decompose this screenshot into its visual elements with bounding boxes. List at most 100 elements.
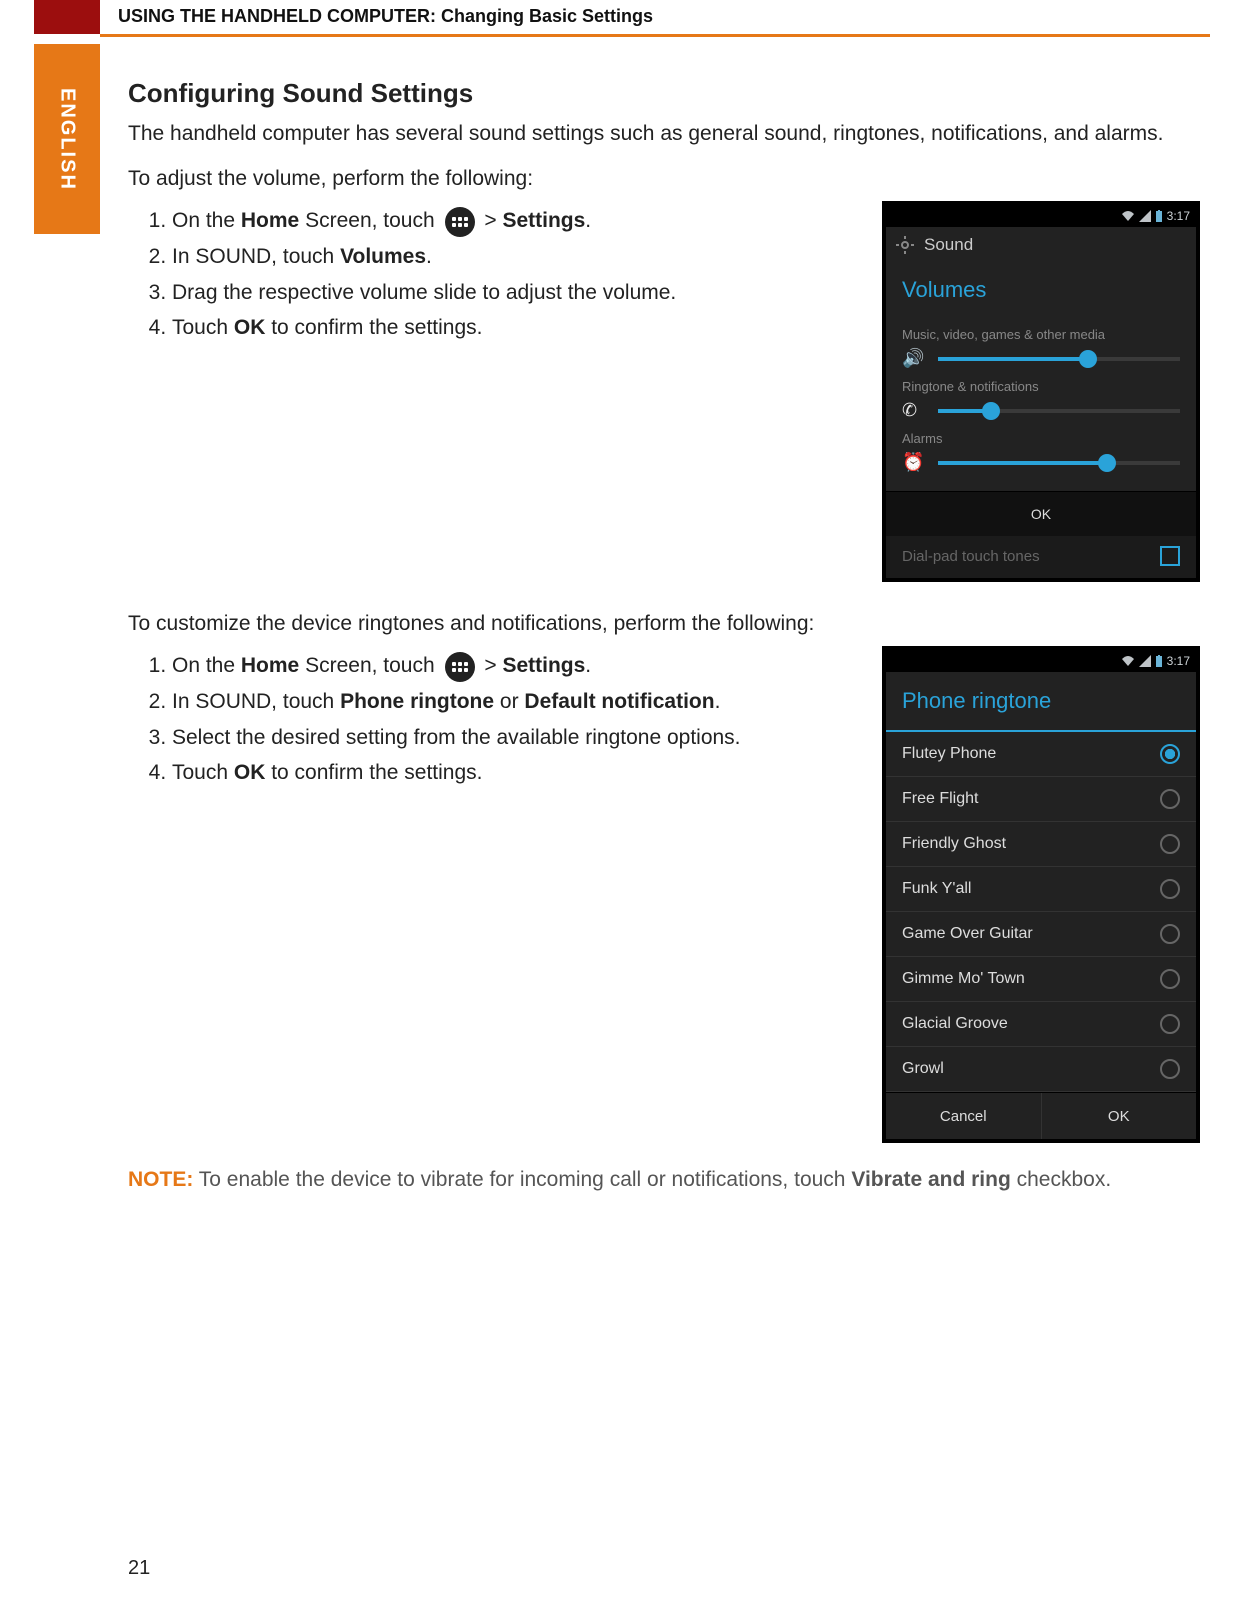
ringtone-option[interactable]: Free Flight xyxy=(886,777,1196,822)
alarm-slider[interactable]: ⏰ xyxy=(902,452,1180,473)
bold-ok: OK xyxy=(234,761,266,784)
cancel-button[interactable]: Cancel xyxy=(886,1093,1041,1139)
note-text: To enable the device to vibrate for inco… xyxy=(193,1168,851,1191)
radio-icon xyxy=(1160,1059,1180,1079)
ok-button[interactable]: OK xyxy=(886,491,1196,536)
volume-steps-list: On the Home Screen, touch > Settings. In… xyxy=(128,205,862,344)
speaker-icon: 🔊 xyxy=(902,348,924,369)
text: . xyxy=(585,654,591,677)
media-slider-label: Music, video, games & other media xyxy=(902,327,1180,342)
volume-intro: To adjust the volume, perform the follow… xyxy=(128,167,1200,191)
wifi-icon xyxy=(1121,655,1135,667)
ringtone-list: Flutey Phone Free Flight Friendly Ghost Fun… xyxy=(886,732,1196,1092)
ringtone-dialog-title: Phone ringtone xyxy=(886,672,1196,732)
signal-icon xyxy=(1139,210,1151,222)
signal-icon xyxy=(1139,655,1151,667)
note-block: NOTE: To enable the device to vibrate fo… xyxy=(128,1165,1200,1195)
ringtone-step-4: Touch OK to confirm the settings. xyxy=(172,757,862,790)
section-intro: The handheld computer has several sound … xyxy=(128,119,1200,149)
volume-step-2: In SOUND, touch Volumes. xyxy=(172,241,862,274)
phone-icon: ✆ xyxy=(902,400,924,421)
ringtone-option[interactable]: Gimme Mo' Town xyxy=(886,957,1196,1002)
ringtone-option[interactable]: Friendly Ghost xyxy=(886,822,1196,867)
dialpad-checkbox[interactable] xyxy=(1160,546,1180,566)
media-slider[interactable]: 🔊 xyxy=(902,348,1180,369)
text: > xyxy=(479,209,503,232)
text: to confirm the settings. xyxy=(265,316,482,339)
bold-volumes: Volumes xyxy=(340,245,426,268)
radio-icon xyxy=(1160,1014,1180,1034)
text: Screen, touch xyxy=(299,209,440,232)
page-number: 21 xyxy=(128,1557,150,1580)
ringtone-step-1: On the Home Screen, touch > Settings. xyxy=(172,650,862,683)
text: > xyxy=(479,654,503,677)
page-header-title: USING THE HANDHELD COMPUTER: Changing Ba… xyxy=(118,6,653,27)
status-bar: 3:17 xyxy=(886,650,1196,672)
text: . xyxy=(715,690,721,713)
alarm-icon: ⏰ xyxy=(902,452,924,473)
note-label: NOTE: xyxy=(128,1168,193,1191)
radio-icon xyxy=(1160,744,1180,764)
ringtone-slider[interactable]: ✆ xyxy=(902,400,1180,421)
app-bar-title: Sound xyxy=(924,235,973,255)
ringtone-option[interactable]: Flutey Phone xyxy=(886,732,1196,777)
dialpad-label: Dial-pad touch tones xyxy=(902,548,1040,565)
radio-icon xyxy=(1160,924,1180,944)
phone-ringtone-screenshot: 3:17 Phone ringtone Flutey Phone Free Fli… xyxy=(882,646,1200,1143)
wifi-icon xyxy=(1121,210,1135,222)
radio-icon xyxy=(1160,969,1180,989)
bold-settings: Settings xyxy=(502,654,585,677)
text: Touch xyxy=(172,761,234,784)
text: . xyxy=(585,209,591,232)
header-red-block xyxy=(34,0,100,34)
ringtone-option-label: Growl xyxy=(902,1060,944,1078)
ringtone-option-label: Friendly Ghost xyxy=(902,835,1006,853)
text: On the xyxy=(172,654,241,677)
status-time: 3:17 xyxy=(1167,654,1190,668)
ringtone-option-label: Flutey Phone xyxy=(902,745,996,763)
text: In SOUND, touch xyxy=(172,690,340,713)
ringtone-option-label: Game Over Guitar xyxy=(902,925,1033,943)
language-tab-label: ENGLISH xyxy=(56,88,79,191)
text: or xyxy=(494,690,524,713)
ringtone-option[interactable]: Glacial Groove xyxy=(886,1002,1196,1047)
ringtone-option-label: Free Flight xyxy=(902,790,978,808)
header-divider xyxy=(100,34,1210,37)
ringtone-option[interactable]: Game Over Guitar xyxy=(886,912,1196,957)
ringtone-option[interactable]: Growl xyxy=(886,1047,1196,1092)
volume-step-1: On the Home Screen, touch > Settings. xyxy=(172,205,862,238)
text: Screen, touch xyxy=(299,654,440,677)
language-tab: ENGLISH xyxy=(34,44,100,234)
text: . xyxy=(426,245,432,268)
alarm-slider-label: Alarms xyxy=(902,431,1180,446)
text: On the xyxy=(172,209,241,232)
bold-home: Home xyxy=(241,654,299,677)
bold-default-notification: Default notification xyxy=(524,690,714,713)
ringtone-option[interactable]: Funk Y'all xyxy=(886,867,1196,912)
ringtone-option-label: Glacial Groove xyxy=(902,1015,1008,1033)
text: Touch xyxy=(172,316,234,339)
section-title: Configuring Sound Settings xyxy=(128,78,1200,109)
status-time: 3:17 xyxy=(1167,209,1190,223)
ok-button[interactable]: OK xyxy=(1041,1093,1197,1139)
ringtone-slider-label: Ringtone & notifications xyxy=(902,379,1180,394)
ringtone-option-label: Gimme Mo' Town xyxy=(902,970,1025,988)
ringtone-steps-list: On the Home Screen, touch > Settings. In… xyxy=(128,650,862,789)
volume-step-3: Drag the respective volume slide to adju… xyxy=(172,277,862,310)
app-bar: Sound xyxy=(886,227,1196,263)
phone-volume-screenshot: 3:17 Sound Volumes Music, video, games &… xyxy=(882,201,1200,582)
apps-icon xyxy=(445,207,475,237)
volume-step-4: Touch OK to confirm the settings. xyxy=(172,312,862,345)
bold-settings: Settings xyxy=(502,209,585,232)
text: In SOUND, touch xyxy=(172,245,340,268)
volumes-title: Volumes xyxy=(886,263,1196,313)
note-bold: Vibrate and ring xyxy=(851,1168,1010,1191)
gear-icon xyxy=(896,236,914,254)
ringtone-intro: To customize the device ringtones and no… xyxy=(128,612,1200,636)
battery-icon xyxy=(1155,655,1163,667)
ringtone-option-label: Funk Y'all xyxy=(902,880,971,898)
ringtone-step-3: Select the desired setting from the avai… xyxy=(172,722,862,755)
apps-icon xyxy=(445,652,475,682)
battery-icon xyxy=(1155,210,1163,222)
bold-ok: OK xyxy=(234,316,266,339)
